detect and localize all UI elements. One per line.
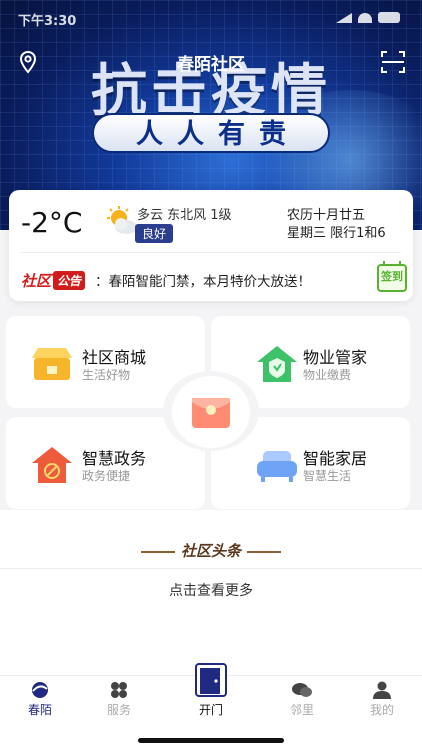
signal-icon	[336, 13, 352, 23]
door-icon	[195, 663, 227, 697]
news-more-link[interactable]: 点击查看更多	[0, 580, 422, 600]
partly-cloudy-icon	[107, 206, 137, 234]
tab-profile[interactable]: 我的	[352, 676, 412, 726]
wifi-icon	[358, 13, 372, 23]
air-quality-badge: 良好	[135, 224, 174, 243]
notice-logo-community: 社区	[21, 272, 52, 290]
battery-icon	[378, 12, 400, 23]
shop-icon	[32, 348, 72, 380]
service-subtitle: 物业缴费	[303, 368, 352, 382]
service-title: 智慧政务	[82, 449, 147, 468]
service-subtitle: 智慧生活	[303, 469, 352, 483]
tab-label: 开门	[198, 703, 223, 717]
home-logo-icon	[32, 682, 48, 698]
notice-text[interactable]: ：春陌智能门禁，本月特价大放送！	[95, 270, 311, 290]
clover-icon	[111, 682, 127, 698]
signin-button[interactable]: 签到	[377, 261, 407, 292]
weather-description: 多云 东北风 1级	[137, 208, 232, 223]
user-icon	[373, 681, 391, 699]
home-indicator	[138, 738, 284, 743]
tab-label: 春陌	[27, 703, 52, 717]
news-divider	[0, 568, 422, 569]
news-title: 社区头条	[0, 540, 422, 561]
card-divider	[21, 252, 401, 253]
house-shield-icon	[257, 346, 297, 382]
weather-card: -2°C 多云 东北风 1级 良好 农历十月廿五 星期三 限行1和6 社区 公告…	[9, 190, 413, 301]
service-title: 物业管家	[303, 348, 368, 367]
tab-home[interactable]: 春陌	[10, 676, 70, 726]
notice-logo-announcement: 公告	[53, 271, 86, 290]
traffic-limit: 星期三 限行1和6	[287, 226, 386, 241]
news-section: 社区头条 点击查看更多	[0, 510, 422, 675]
temperature: -2°C	[21, 206, 83, 239]
sofa-icon	[257, 451, 297, 482]
lunar-date: 农历十月廿五	[287, 208, 366, 223]
service-subtitle: 政务便捷	[82, 469, 131, 483]
service-subtitle: 生活好物	[82, 368, 131, 382]
status-time: 下午3:30	[18, 14, 77, 29]
service-title: 智能家居	[303, 449, 368, 468]
red-packet-icon	[192, 398, 230, 428]
service-title: 社区商城	[82, 348, 147, 367]
banner-slogan: 人人有责	[92, 113, 330, 153]
notice-logo: 社区 公告	[21, 270, 86, 291]
tab-neighbors[interactable]: 邻里	[272, 676, 332, 726]
tab-label: 我的	[369, 703, 394, 717]
page-title: 春陌社区	[177, 55, 245, 75]
tab-open-door[interactable]: 开门	[181, 663, 241, 726]
tab-services[interactable]: 服务	[89, 676, 149, 726]
red-packet-button[interactable]	[172, 376, 250, 448]
scan-icon[interactable]	[380, 49, 406, 75]
status-indicators	[336, 12, 400, 23]
tab-label: 服务	[106, 703, 131, 717]
tab-label: 邻里	[289, 703, 314, 717]
government-house-icon	[32, 447, 72, 483]
chat-bubbles-icon	[292, 683, 312, 697]
